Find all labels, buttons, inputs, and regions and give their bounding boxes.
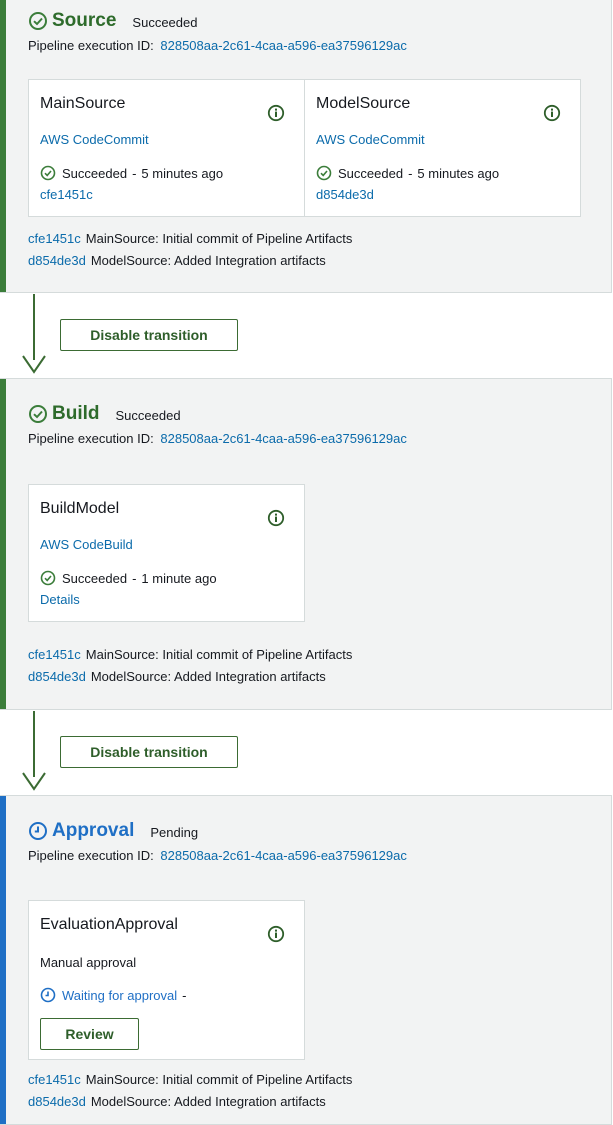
action-status: Succeeded - 5 minutes ago: [40, 165, 223, 181]
commit-id-link[interactable]: d854de3d: [28, 669, 86, 684]
commit-message: MainSource: Initial commit of Pipeline A…: [85, 231, 353, 246]
commit-message: MainSource: Initial commit of Pipeline A…: [85, 1072, 353, 1087]
status-separator: -: [132, 165, 137, 181]
stage-name: Source: [52, 10, 117, 31]
arrow-down-icon: [22, 772, 46, 791]
stage-build: Build Succeeded Pipeline execution ID: 8…: [0, 378, 612, 710]
check-circle-icon: [40, 165, 56, 181]
check-circle-icon: [40, 570, 56, 586]
commit-message: ModelSource: Added Integration artifacts: [90, 1094, 326, 1109]
action-name: EvaluationApproval: [40, 916, 178, 933]
commit-line: cfe1451c MainSource: Initial commit of Pi…: [28, 647, 352, 662]
action-name: BuildModel: [40, 500, 120, 517]
execution-id-label: Pipeline execution ID:: [28, 431, 154, 446]
commit-message: ModelSource: Added Integration artifacts: [90, 669, 326, 684]
info-icon[interactable]: [267, 925, 285, 943]
review-button[interactable]: Review: [40, 1018, 139, 1050]
commit-line: d854de3d ModelSource: Added Integration a…: [28, 1094, 326, 1109]
execution-id-label: Pipeline execution ID:: [28, 38, 154, 53]
commit-id-link[interactable]: cfe1451c: [28, 647, 81, 662]
action-revision-link[interactable]: d854de3d: [316, 187, 374, 202]
stage-status-bar: [0, 0, 6, 292]
transition-arrow: [33, 294, 35, 360]
stage-header: Build Succeeded Pipeline execution ID: 8…: [28, 402, 407, 446]
execution-id-label: Pipeline execution ID:: [28, 848, 154, 863]
commit-line: d854de3d ModelSource: Added Integration a…: [28, 253, 326, 268]
action-card-modelsource: ModelSource AWS CodeCommit Succeeded - 5…: [304, 79, 581, 217]
stage-source: Source Succeeded Pipeline execution ID: …: [0, 0, 612, 293]
action-time: 1 minute ago: [141, 570, 217, 586]
action-status-text: Succeeded: [62, 570, 128, 586]
info-icon[interactable]: [543, 104, 561, 122]
commit-id-link[interactable]: d854de3d: [28, 253, 86, 268]
execution-id-link[interactable]: 828508aa-2c61-4caa-a596-ea37596129ac: [160, 431, 407, 446]
stage-status: Succeeded: [132, 14, 198, 30]
stage-status: Pending: [150, 824, 199, 840]
info-icon[interactable]: [267, 104, 285, 122]
status-separator: -: [408, 165, 413, 181]
action-card-mainsource: MainSource AWS CodeCommit Succeeded - 5 …: [28, 79, 305, 217]
disable-transition-button[interactable]: Disable transition: [60, 319, 238, 351]
action-provider-link[interactable]: AWS CodeBuild: [40, 537, 133, 552]
clock-icon: [29, 822, 47, 840]
check-circle-icon: [29, 12, 47, 30]
action-time: 5 minutes ago: [141, 165, 224, 181]
status-separator: -: [182, 987, 187, 1003]
action-status: Waiting for approval -: [40, 987, 191, 1003]
action-name: MainSource: [40, 95, 126, 112]
stage-name: Approval: [52, 820, 135, 841]
action-status-text: Succeeded: [62, 165, 128, 181]
action-provider-link[interactable]: AWS CodeCommit: [316, 132, 425, 147]
commit-message: MainSource: Initial commit of Pipeline A…: [85, 647, 353, 662]
check-circle-icon: [316, 165, 332, 181]
execution-id-link[interactable]: 828508aa-2c61-4caa-a596-ea37596129ac: [160, 38, 407, 53]
clock-icon: [40, 987, 56, 1003]
commit-id-link[interactable]: cfe1451c: [28, 1072, 81, 1087]
commit-line: cfe1451c MainSource: Initial commit of Pi…: [28, 231, 352, 246]
action-time: 5 minutes ago: [417, 165, 500, 181]
action-name: ModelSource: [316, 95, 411, 112]
details-link[interactable]: Details: [40, 592, 80, 607]
stage-name: Build: [52, 403, 100, 424]
stage-status-bar: [0, 379, 6, 709]
action-provider: Manual approval: [40, 955, 137, 970]
stage-approval: Approval Pending Pipeline execution ID: …: [0, 795, 612, 1125]
transition-arrow: [33, 711, 35, 777]
action-card-buildmodel: BuildModel AWS CodeBuild Succeeded - 1 m…: [28, 484, 305, 622]
action-status: Succeeded - 5 minutes ago: [316, 165, 499, 181]
commit-id-link[interactable]: d854de3d: [28, 1094, 86, 1109]
commit-message: ModelSource: Added Integration artifacts: [90, 253, 326, 268]
stage-header: Approval Pending Pipeline execution ID: …: [28, 819, 407, 863]
action-provider-link[interactable]: AWS CodeCommit: [40, 132, 149, 147]
execution-id-link[interactable]: 828508aa-2c61-4caa-a596-ea37596129ac: [160, 848, 407, 863]
stage-status: Succeeded: [115, 407, 181, 423]
disable-transition-button[interactable]: Disable transition: [60, 736, 238, 768]
status-separator: -: [132, 570, 137, 586]
action-revision-link[interactable]: cfe1451c: [40, 187, 93, 202]
stage-status-bar: [0, 796, 6, 1124]
action-status-text: Waiting for approval: [62, 987, 178, 1003]
arrow-down-icon: [22, 355, 46, 374]
stage-header: Source Succeeded Pipeline execution ID: …: [28, 9, 407, 53]
commit-line: d854de3d ModelSource: Added Integration a…: [28, 669, 326, 684]
commit-id-link[interactable]: cfe1451c: [28, 231, 81, 246]
action-status: Succeeded - 1 minute ago: [40, 570, 217, 586]
check-circle-icon: [29, 405, 47, 423]
info-icon[interactable]: [267, 509, 285, 527]
action-status-text: Succeeded: [338, 165, 404, 181]
action-card-evaluationapproval: EvaluationApproval Manual approval Waiti…: [28, 900, 305, 1060]
commit-line: cfe1451c MainSource: Initial commit of Pi…: [28, 1072, 352, 1087]
